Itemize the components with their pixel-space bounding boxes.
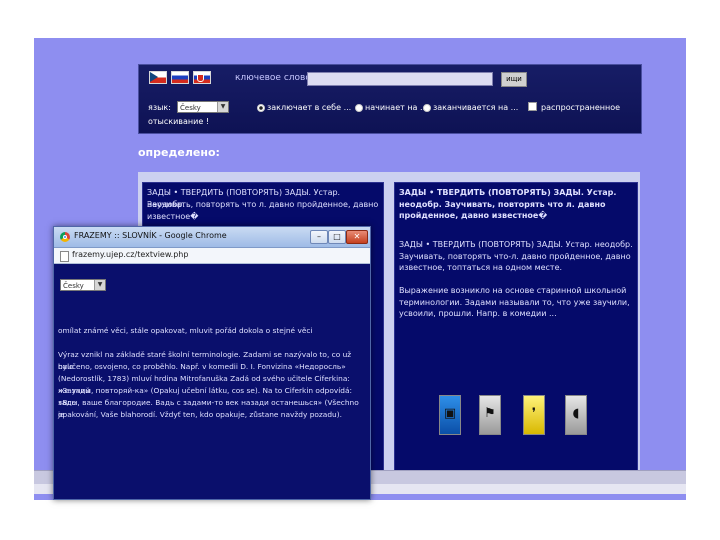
minimize-button[interactable]: – xyxy=(310,230,328,244)
left-panel-line: известное� xyxy=(147,212,199,221)
extended-search-label: распространенное xyxy=(541,103,621,112)
popup-meaning: omílat známé věci, stále opakovat, mluvi… xyxy=(58,326,313,335)
window-title: FRAZEMY :: SLOVNÍK - Google Chrome xyxy=(74,231,227,240)
left-panel-line: Заучивать, повторять что л. давно пройде… xyxy=(147,200,379,209)
image-button[interactable]: ▣ xyxy=(439,395,461,435)
language-label: язык: xyxy=(148,103,171,112)
language-select[interactable]: Česky ▼ xyxy=(177,101,229,113)
option-starts-with[interactable]: начинает на ... xyxy=(355,103,428,112)
result-panel-right: ЗАДЫ • ТВЕРДИТЬ (ПОВТОРЯТЬ) ЗАДЫ. Устар.… xyxy=(394,182,638,472)
option-contains[interactable]: заключает в себе ... xyxy=(257,103,351,112)
search-header: ключевое слово: ищи язык: Česky ▼ заключ… xyxy=(138,64,642,134)
window-titlebar[interactable]: FRAZEMY :: SLOVNÍK - Google Chrome – □ ✕ xyxy=(54,227,370,248)
slovak-flag-icon[interactable] xyxy=(193,71,211,84)
results-heading: определено: xyxy=(138,146,220,159)
popup-language-value: Česky xyxy=(63,282,84,290)
maximize-button[interactable]: □ xyxy=(328,230,346,244)
entry-origin: Выражение возникло на основе старинной ш… xyxy=(399,286,630,318)
speech-button[interactable]: ❜ xyxy=(523,395,545,435)
audio-button[interactable]: ◖ xyxy=(565,395,587,435)
option-label: заканчивается на ... xyxy=(433,103,519,112)
close-button[interactable]: ✕ xyxy=(346,230,368,244)
video-button[interactable]: ⚑ xyxy=(479,395,501,435)
entry-title: ЗАДЫ • ТВЕРДИТЬ (ПОВТОРЯТЬ) ЗАДЫ. Устар.… xyxy=(399,188,617,220)
audio-icon: ◖ xyxy=(572,406,580,421)
page-icon xyxy=(60,251,69,262)
chevron-down-icon[interactable]: ▼ xyxy=(217,102,228,112)
address-bar[interactable]: frazemy.ujep.cz/textview.php xyxy=(54,248,370,264)
option-label: начинает на ... xyxy=(365,103,428,112)
radio-icon[interactable] xyxy=(355,103,363,112)
url-text[interactable]: frazemy.ujep.cz/textview.php xyxy=(72,250,188,259)
language-select-value: Česky xyxy=(180,104,201,112)
popup-window: FRAZEMY :: SLOVNÍK - Google Chrome – □ ✕… xyxy=(53,226,371,500)
image-icon: ▣ xyxy=(443,406,457,421)
extended-search-checkbox[interactable] xyxy=(528,102,537,111)
search-button[interactable]: ищи xyxy=(501,72,527,87)
popup-origin-line: naučeno, osvojeno, co proběhlo. Např. v … xyxy=(58,362,346,371)
chevron-down-icon[interactable]: ▼ xyxy=(94,280,105,290)
option-label: заключает в себе ... xyxy=(267,103,352,112)
popup-origin-line: opakování, Vaše blahorodí. Vždyť ten, kd… xyxy=(58,410,342,419)
chrome-icon xyxy=(60,232,70,242)
radio-selected-icon[interactable] xyxy=(257,103,265,112)
popup-language-select[interactable]: Česky ▼ xyxy=(60,279,106,291)
radio-icon[interactable] xyxy=(423,103,431,112)
speech-bubble-icon: ❜ xyxy=(531,406,537,421)
camera-icon: ⚑ xyxy=(484,406,496,421)
russian-flag-icon[interactable] xyxy=(171,71,189,84)
search-label: ключевое слово: xyxy=(235,73,314,83)
czech-flag-icon[interactable] xyxy=(149,71,167,84)
option-ends-with[interactable]: заканчивается на ... xyxy=(423,103,518,112)
entry-definition: ЗАДЫ • ТВЕРДИТЬ (ПОВТОРЯТЬ) ЗАДЫ. Устар.… xyxy=(399,240,633,272)
search-input[interactable] xyxy=(307,72,493,86)
extended-search-label-line2: отыскивание ! xyxy=(148,117,210,126)
